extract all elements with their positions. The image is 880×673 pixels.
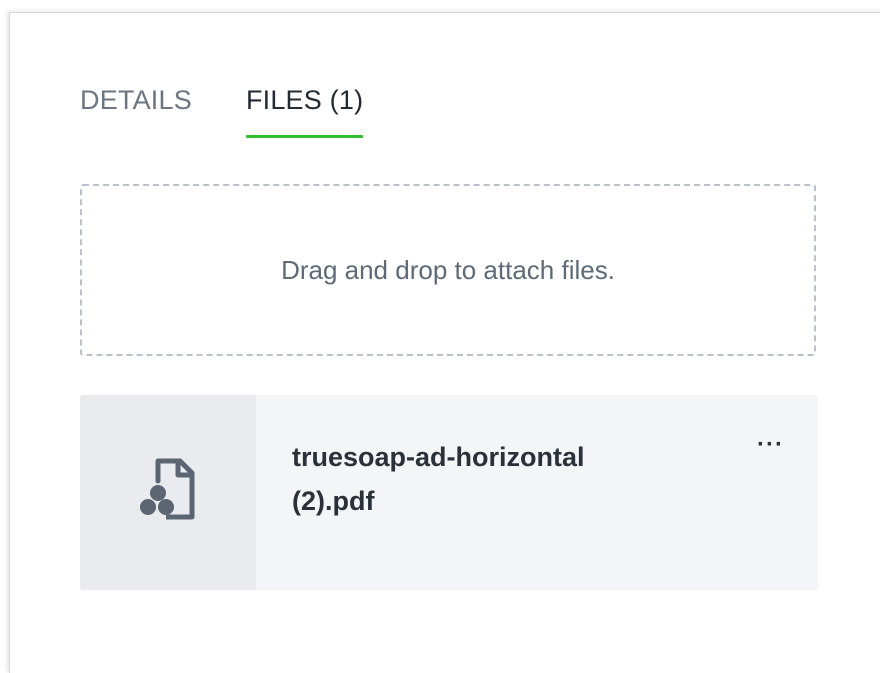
- pdf-file-icon: [136, 457, 200, 528]
- active-tab-indicator: [245, 135, 364, 138]
- file-info: truesoap-ad-horizontal (2).pdf ···: [256, 395, 818, 590]
- tab-bar: DETAILS FILES (1): [80, 82, 364, 140]
- file-thumbnail: [80, 395, 256, 590]
- file-name: truesoap-ad-horizontal (2).pdf: [292, 442, 585, 516]
- tab-details[interactable]: DETAILS: [80, 82, 192, 122]
- file-dropzone[interactable]: Drag and drop to attach files.: [80, 184, 816, 356]
- file-card[interactable]: truesoap-ad-horizontal (2).pdf ···: [80, 395, 818, 590]
- more-options-button[interactable]: ···: [757, 431, 784, 459]
- tab-files[interactable]: FILES (1): [245, 82, 364, 138]
- dropzone-text: Drag and drop to attach files.: [281, 254, 615, 285]
- tab-files-label: FILES (1): [245, 85, 364, 115]
- tab-details-label: DETAILS: [80, 85, 192, 115]
